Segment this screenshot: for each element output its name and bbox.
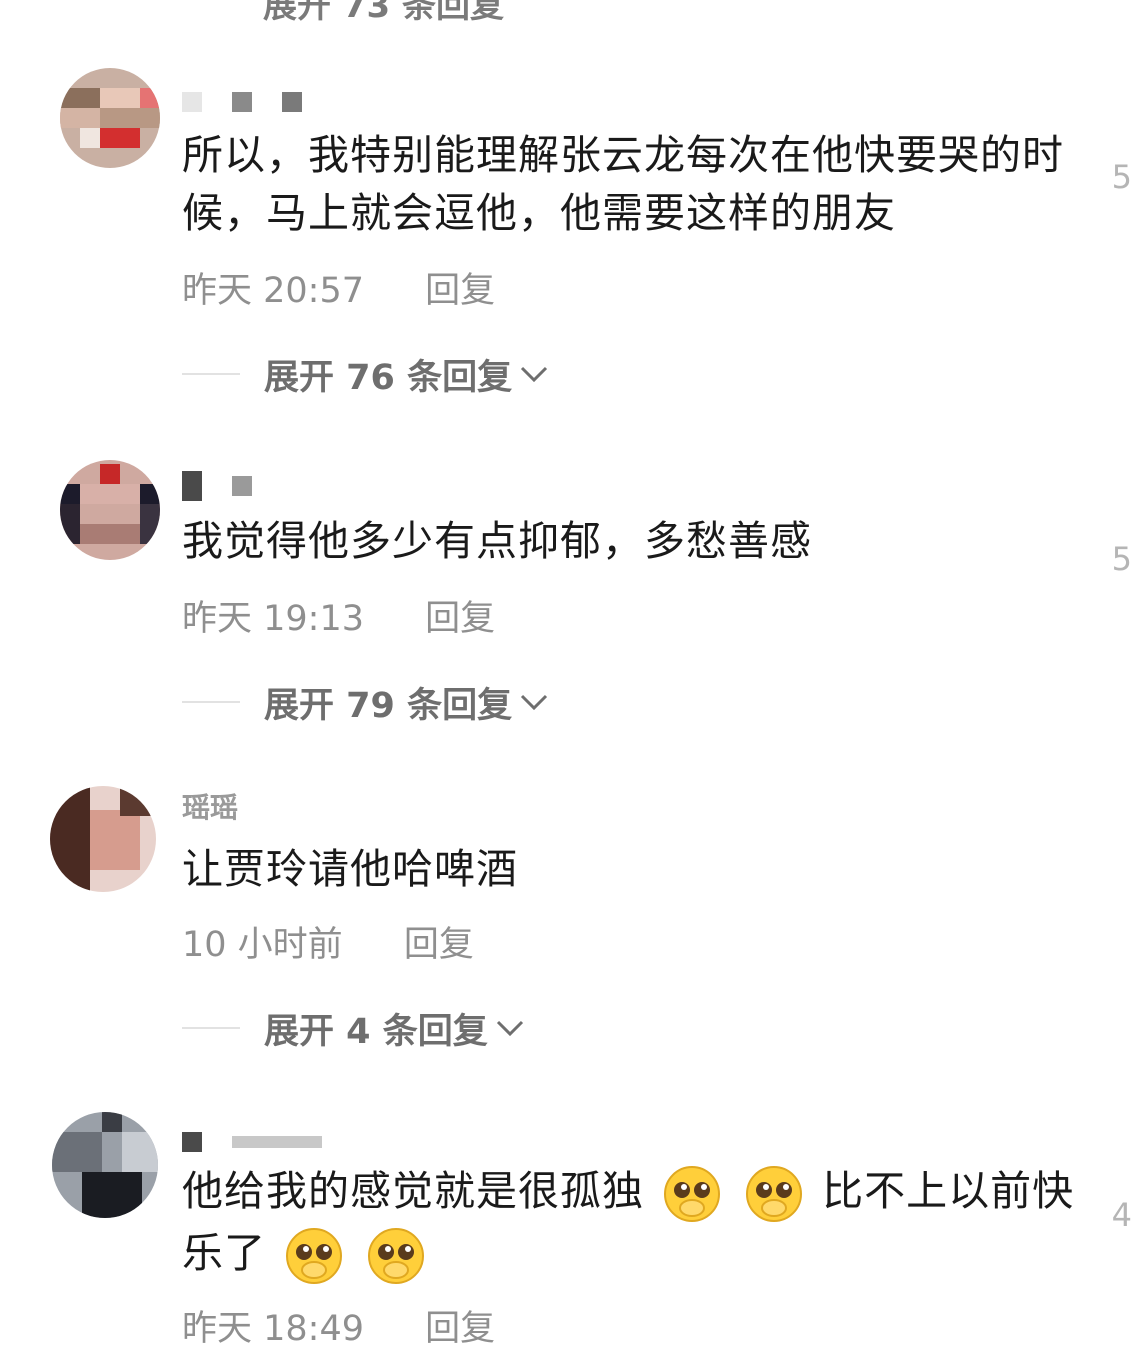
expand-replies-label: 展开 79 条回复 [264,685,513,726]
chevron-down-icon [521,694,548,711]
comment-meta: 10 小时前 回复 [182,916,474,967]
expand-replies-label: 展开 76 条回复 [264,357,513,398]
expand-replies-button[interactable]: 展开 76 条回复 [182,352,552,398]
expand-replies-button[interactable]: 展开 4 条回复 [182,1006,528,1052]
avatar[interactable] [60,68,160,168]
pleading-face-icon [368,1228,425,1284]
avatar[interactable] [60,460,160,560]
redacted-name-block [231,92,252,112]
redacted-name-block [281,92,302,112]
reply-button[interactable]: 回复 [425,271,495,311]
like-count: 5 [1111,158,1132,196]
redacted-name-block [182,92,202,112]
chevron-down-icon [521,366,548,383]
divider-line [182,1027,240,1029]
comment-text: 让贾玲请他哈啤酒 [182,845,518,893]
username[interactable]: 瑶瑶 [182,786,238,826]
expand-replies-label: 展开 4 条回复 [264,1011,488,1052]
redacted-name-block [182,471,202,501]
comment-time: 昨天 18:49 [182,1309,364,1349]
comment-meta: 昨天 20:57 回复 [182,262,495,313]
reply-button[interactable]: 回复 [404,925,474,965]
comment-text: 他给我的感觉就是很孤独 比不上以前快乐了 [182,1162,1092,1286]
divider-line [182,373,240,375]
like-count: 4 [1111,1196,1132,1234]
comment-text: 我觉得他多少有点抑郁，多愁善感 [182,517,812,565]
pleading-face-icon [746,1166,803,1222]
like-count: 5 [1111,540,1132,578]
comment-time: 10 小时前 [182,925,343,965]
expand-replies-partial[interactable]: 展开 73 条回复 [263,0,504,27]
comment-meta: 昨天 18:49 回复 [182,1300,495,1351]
expand-replies-button[interactable]: 展开 79 条回复 [182,680,552,726]
redacted-name-block [182,1132,202,1152]
divider-line [182,701,240,703]
username[interactable] [182,84,322,117]
reply-button[interactable]: 回复 [425,599,495,639]
username[interactable] [182,468,272,501]
comment-time: 昨天 19:13 [182,599,364,639]
comment-time: 昨天 20:57 [182,271,364,311]
pleading-face-icon [286,1228,343,1284]
avatar[interactable] [50,786,156,892]
username[interactable] [182,1124,342,1157]
redacted-name-block [231,1136,322,1148]
comment-meta: 昨天 19:13 回复 [182,590,495,641]
comment-text: 所以，我特别能理解张云龙每次在他快要哭的时候，马上就会逗他，他需要这样的朋友 [182,131,1064,237]
chevron-down-icon [496,1020,523,1037]
redacted-name-block [231,476,252,496]
avatar[interactable] [52,1112,158,1218]
comment-text-part: 他给我的感觉就是很孤独 [182,1167,644,1215]
reply-button[interactable]: 回复 [425,1309,495,1349]
pleading-face-icon [664,1166,721,1222]
